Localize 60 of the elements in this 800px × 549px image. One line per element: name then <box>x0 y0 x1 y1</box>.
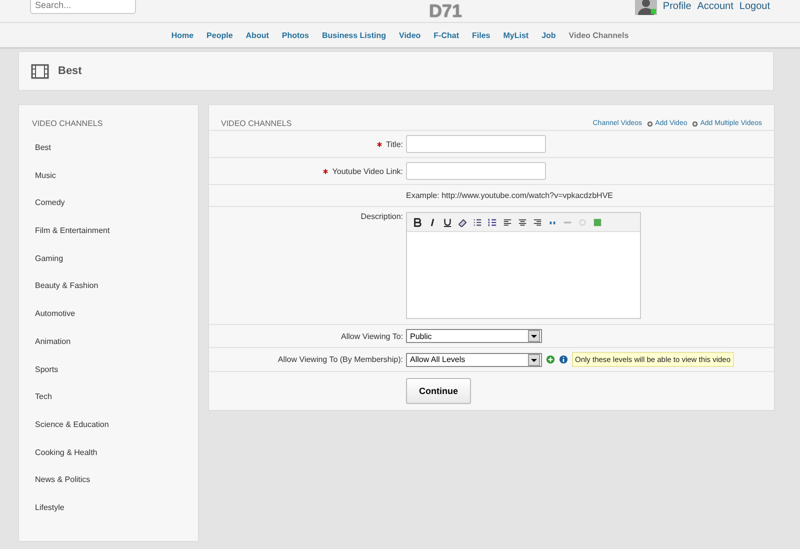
nav-link[interactable]: Photos <box>282 30 309 40</box>
user-link[interactable]: Account <box>697 0 734 12</box>
sidebar-item[interactable]: Beauty & Fashion <box>19 272 198 300</box>
sidebar-item[interactable]: Science & Education <box>19 410 198 439</box>
sidebar-item[interactable]: Music <box>19 162 198 190</box>
field-label: Allow Viewing To: <box>340 332 404 340</box>
underline-icon[interactable] <box>443 218 452 226</box>
bullet-list-icon[interactable] <box>473 218 482 226</box>
align-right-icon[interactable] <box>533 218 542 226</box>
sidebar-item[interactable]: Cooking & Health <box>19 438 198 466</box>
field-label: Youtube Video Link: <box>209 166 406 176</box>
plus-icon[interactable] <box>546 355 555 364</box>
continue-button[interactable]: Continue <box>406 378 471 404</box>
sidebar-item[interactable]: Sports <box>19 356 198 384</box>
sidebar-item[interactable]: Best <box>19 134 198 162</box>
sidebar-item[interactable]: Automotive <box>19 300 198 328</box>
user-link[interactable]: Profile <box>662 0 692 12</box>
italic-icon[interactable] <box>428 218 437 226</box>
dropdown[interactable]: Allow All Levels <box>406 352 542 366</box>
sidebar-item[interactable]: Comedy <box>19 189 198 218</box>
info-icon[interactable] <box>559 355 568 364</box>
field-label: Title: <box>209 140 406 148</box>
page-title: Best <box>58 65 82 77</box>
nav-link[interactable]: MyList <box>503 30 529 40</box>
search-field[interactable]: Search... <box>30 0 136 14</box>
nav-link[interactable]: Files <box>472 30 490 40</box>
text-field[interactable] <box>406 135 546 153</box>
sidebar-item[interactable]: Animation <box>19 328 198 356</box>
field-label: Allow Viewing To (By Membership): <box>276 355 404 364</box>
sidebar-item[interactable]: Tech <box>19 383 198 411</box>
nav-link[interactable]: Job <box>542 30 556 40</box>
bold-icon[interactable] <box>413 218 422 226</box>
numbered-list-icon[interactable] <box>488 218 497 226</box>
nav-link[interactable]: People <box>206 30 233 40</box>
align-center-icon[interactable] <box>518 218 527 226</box>
eraser-icon[interactable] <box>458 218 467 226</box>
required-asterisk-icon <box>376 142 382 147</box>
plus-icon[interactable] <box>647 120 654 126</box>
sidebar-item[interactable]: News & Politics <box>19 466 198 494</box>
section-title: VIDEO CHANNELS <box>221 119 292 128</box>
sidebar-item[interactable]: Film & Entertainment <box>19 217 198 245</box>
text-field[interactable] <box>406 162 546 180</box>
film-strip-icon <box>31 64 49 78</box>
nav-link[interactable]: F-Chat <box>434 30 459 40</box>
nav-link[interactable]: Home <box>171 30 194 40</box>
align-left-icon[interactable] <box>503 218 512 226</box>
sidebar-title: VIDEO CHANNELS <box>31 119 104 128</box>
user-link[interactable]: Logout <box>739 0 770 12</box>
sidebar-item[interactable]: Gaming <box>19 244 198 272</box>
dropdown[interactable]: Public <box>406 329 542 343</box>
example-note: Example: http://www.youtube.com/watch?v=vpkacdzbHVE <box>406 191 614 200</box>
required-asterisk-icon <box>323 168 328 174</box>
plus-icon[interactable] <box>692 120 698 126</box>
nav-link[interactable]: Business Listing <box>322 30 386 40</box>
avatar-icon[interactable] <box>634 0 657 15</box>
sidebar-item[interactable]: Lifestyle <box>19 494 198 522</box>
field-label: Description: <box>360 212 404 221</box>
nav-link[interactable]: Video <box>399 30 421 40</box>
nav-link[interactable]: Video Channels <box>568 30 629 40</box>
nav-link[interactable]: About <box>246 30 269 40</box>
